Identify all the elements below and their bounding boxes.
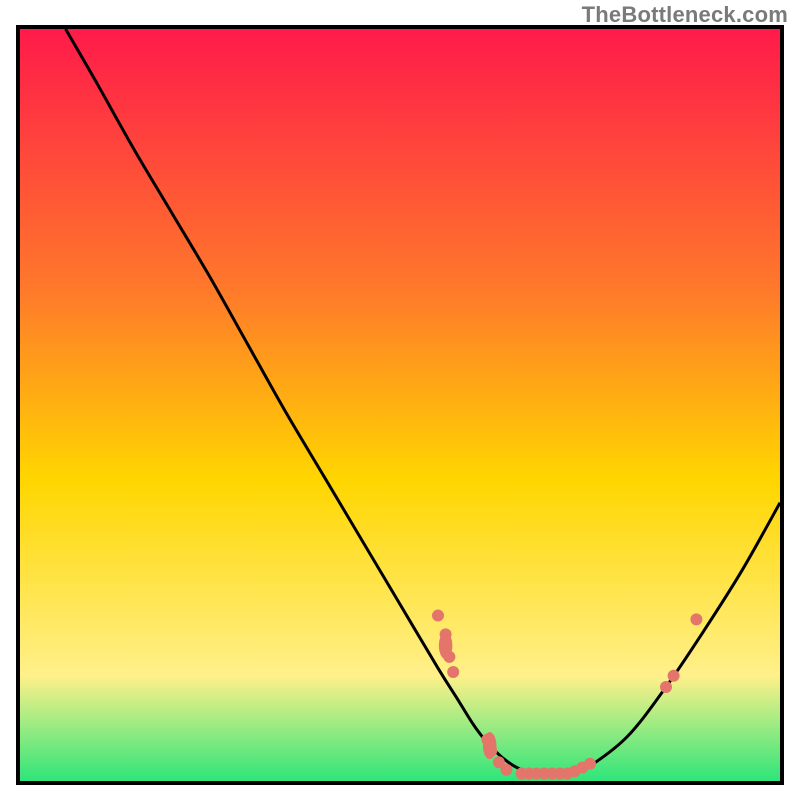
- chart-svg: [20, 29, 780, 781]
- marker-dot: [440, 628, 452, 640]
- chart-stage: TheBottleneck.com: [0, 0, 800, 800]
- marker-dot: [481, 734, 493, 746]
- marker-dot: [447, 666, 459, 678]
- plot-area: [16, 25, 784, 785]
- marker-dot: [584, 758, 596, 770]
- marker-dot: [432, 610, 444, 622]
- marker-dot: [660, 681, 672, 693]
- gradient-background: [20, 29, 780, 781]
- marker-dot: [485, 745, 497, 757]
- marker-dot: [690, 613, 702, 625]
- marker-dot: [443, 651, 455, 663]
- marker-dot: [500, 764, 512, 776]
- marker-dot: [668, 670, 680, 682]
